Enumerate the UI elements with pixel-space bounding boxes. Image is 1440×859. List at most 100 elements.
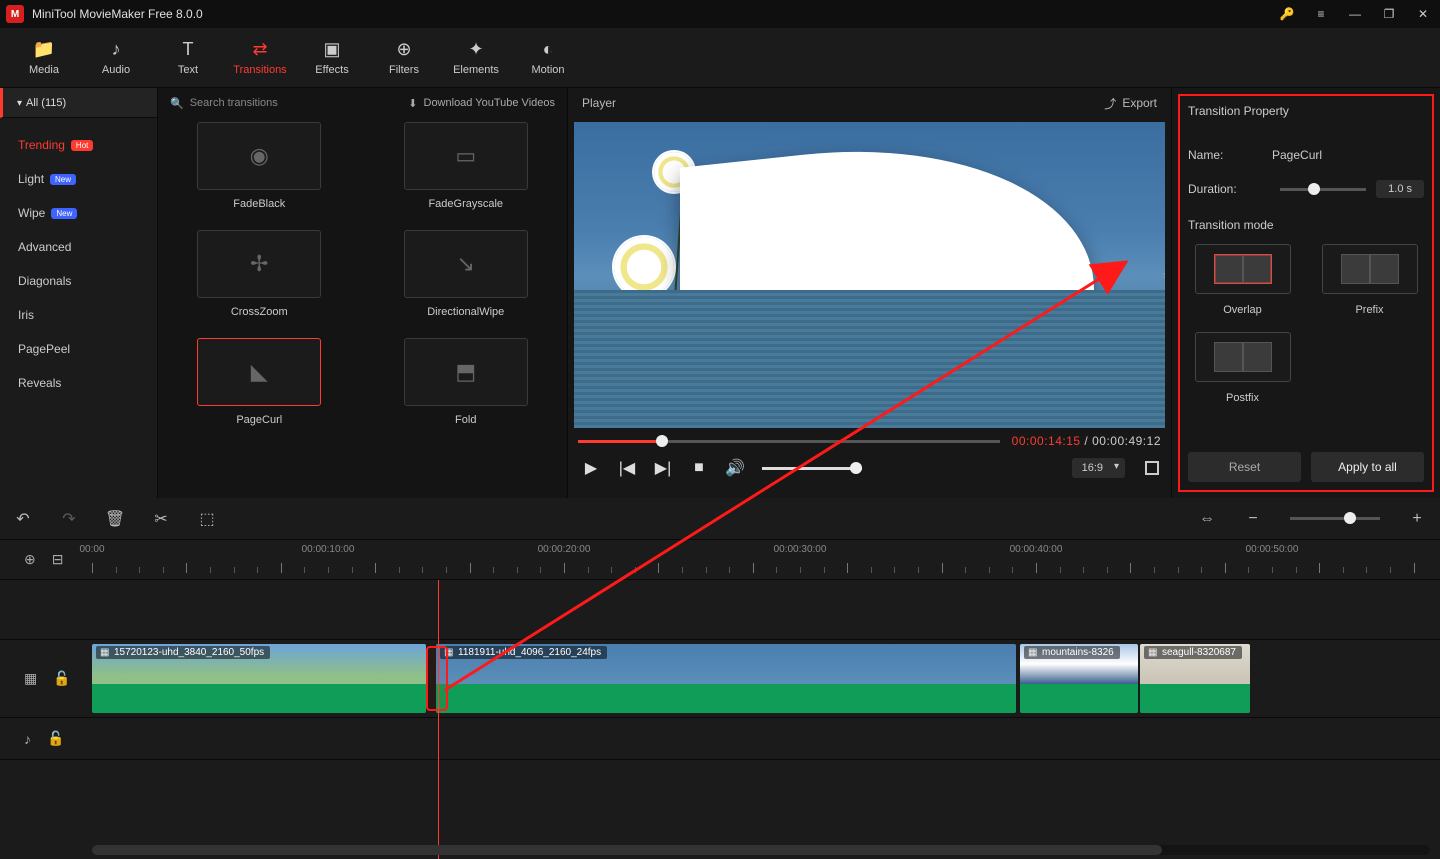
play-button[interactable]: ▶ (582, 459, 600, 477)
mode-prefix[interactable]: Prefix (1315, 244, 1424, 316)
search-transitions[interactable]: 🔍 Search transitions (170, 97, 278, 110)
hamburger-menu-icon[interactable]: ≡ (1304, 0, 1338, 28)
ruler-label: 00:00:10:00 (302, 544, 355, 555)
undo-button[interactable]: ↶ (14, 510, 32, 528)
redo-button[interactable]: ↷ (60, 510, 78, 528)
auto-fit-icon[interactable]: ⇔ (1198, 510, 1216, 528)
duration-label: Duration: (1188, 182, 1272, 196)
filters-icon: ⊕ (396, 39, 411, 60)
transition-fold[interactable]: ⬒Fold (383, 338, 550, 426)
title-bar: M MiniTool MovieMaker Free 8.0.0 🔑 ≡ — ❐… (0, 0, 1440, 28)
effects-icon: ▣ (323, 39, 340, 60)
zoom-in-button[interactable]: + (1408, 510, 1426, 528)
category-trending[interactable]: TrendingHot (18, 128, 145, 162)
aspect-ratio-select[interactable]: 16:9 (1072, 458, 1125, 478)
volume-slider[interactable] (762, 467, 862, 470)
export-button[interactable]: ⤴ Export (1104, 95, 1157, 112)
ruler-label: 00:00:50:00 (1246, 544, 1299, 555)
category-iris[interactable]: Iris (18, 298, 145, 332)
tab-motion[interactable]: ◐Motion (512, 28, 584, 87)
reset-button[interactable]: Reset (1188, 452, 1301, 482)
tab-filters[interactable]: ⊕Filters (368, 28, 440, 87)
tab-elements[interactable]: ✦Elements (440, 28, 512, 87)
playhead[interactable] (438, 580, 439, 859)
transition-mode-label: Transition mode (1188, 218, 1424, 232)
transition-thumb: ◣ (197, 338, 321, 406)
fullscreen-button[interactable] (1143, 459, 1161, 477)
clip[interactable]: seagull-8320687 (1140, 644, 1250, 713)
volume-icon[interactable]: 🔊 (726, 459, 744, 477)
ruler-label: 00:00:30:00 (774, 544, 827, 555)
property-title: Transition Property (1188, 104, 1424, 130)
timeline-scrollbar[interactable] (92, 845, 1430, 855)
category-advanced[interactable]: Advanced (18, 230, 145, 264)
clip[interactable]: 1181911-uhd_4096_2160_24fps (436, 644, 1016, 713)
player-title: Player (582, 96, 616, 110)
transitions-icon: ⇄ (252, 39, 267, 60)
crop-button[interactable]: ⬚ (198, 510, 216, 528)
app-logo: M (6, 5, 24, 23)
zoom-out-button[interactable]: − (1244, 510, 1262, 528)
clip-title: mountains-8326 (1024, 646, 1120, 659)
transition-directionalwipe[interactable]: ↘DirectionalWipe (383, 230, 550, 318)
lock-icon[interactable]: 🔓 (47, 730, 64, 747)
transition-marker[interactable] (426, 646, 448, 711)
property-panel: Transition Property Name: PageCurl Durat… (1172, 88, 1440, 498)
minimize-button[interactable]: — (1338, 0, 1372, 28)
ruler-label: 00:00 (79, 544, 104, 555)
category-light[interactable]: LightNew (18, 162, 145, 196)
download-icon: ⬇ (408, 97, 417, 110)
audio-icon: ♪ (112, 39, 121, 60)
tab-audio[interactable]: ♪Audio (80, 28, 152, 87)
category-diagonals[interactable]: Diagonals (18, 264, 145, 298)
clip[interactable]: 15720123-uhd_3840_2160_50fps (92, 644, 426, 713)
transition-thumb: ◉ (197, 122, 321, 190)
motion-icon: ◐ (543, 39, 554, 60)
transition-crosszoom[interactable]: ✢CrossZoom (176, 230, 343, 318)
apply-to-all-button[interactable]: Apply to all (1311, 452, 1424, 482)
upgrade-key-icon[interactable]: 🔑 (1270, 0, 1304, 28)
tab-transitions[interactable]: ⇄Transitions (224, 28, 296, 87)
tab-effects[interactable]: ▣Effects (296, 28, 368, 87)
transition-thumb: ⬒ (404, 338, 528, 406)
category-reveals[interactable]: Reveals (18, 366, 145, 400)
clip[interactable]: mountains-8326 (1020, 644, 1138, 713)
video-track-icon: ▦ (24, 670, 37, 687)
collapse-track-icon[interactable]: ⊟ (52, 551, 64, 568)
clip-title: 15720123-uhd_3840_2160_50fps (96, 646, 270, 659)
mode-postfix[interactable]: Postfix (1188, 332, 1297, 404)
video-track[interactable]: ▦ 🔓 15720123-uhd_3840_2160_50fps 1181911-… (0, 640, 1440, 718)
seek-bar[interactable] (578, 435, 1000, 447)
category-pagepeel[interactable]: PagePeel (18, 332, 145, 366)
timeline-ruler[interactable]: ⊕ ⊟ 00:0000:00:10:0000:00:20:0000:00:30:… (0, 540, 1440, 580)
stop-button[interactable]: ■ (690, 459, 708, 477)
tab-text[interactable]: TText (152, 28, 224, 87)
audio-track[interactable]: ♪ 🔓 (0, 718, 1440, 760)
transition-fadeblack[interactable]: ◉FadeBlack (176, 122, 343, 210)
badge: New (50, 174, 76, 185)
player-panel: Player ⤴ Export › 00:00:14:15 / 00:00:49… (568, 88, 1172, 498)
maximize-button[interactable]: ❐ (1372, 0, 1406, 28)
close-button[interactable]: ✕ (1406, 0, 1440, 28)
lock-icon[interactable]: 🔓 (53, 670, 70, 687)
tab-media[interactable]: 📁Media (8, 28, 80, 87)
media-icon: 📁 (33, 39, 55, 60)
split-button[interactable]: ✂ (152, 510, 170, 528)
zoom-slider[interactable] (1290, 517, 1380, 520)
transition-pagecurl[interactable]: ◣PageCurl (176, 338, 343, 426)
next-preview-icon[interactable]: › (1163, 268, 1165, 282)
prev-frame-button[interactable]: |◀ (618, 459, 636, 477)
category-wipe[interactable]: WipeNew (18, 196, 145, 230)
add-track-icon[interactable]: ⊕ (24, 551, 36, 568)
search-placeholder: Search transitions (190, 97, 278, 109)
download-youtube-link[interactable]: ⬇ Download YouTube Videos (408, 97, 555, 110)
timeline: ↶ ↷ 🗑 ✂ ⬚ ⇔ − + ⊕ ⊟ 00:00 00:00:10:00 00:0… (0, 498, 1440, 859)
transition-fadegrayscale[interactable]: ▭FadeGrayscale (383, 122, 550, 210)
category-header[interactable]: All (115) (0, 88, 157, 118)
duration-slider[interactable] (1280, 188, 1366, 191)
next-frame-button[interactable]: ▶| (654, 459, 672, 477)
main-toolbar: 📁Media♪AudioTText⇄Transitions▣Effects⊕Fi… (0, 28, 1440, 88)
timeline-toolbar: ↶ ↷ 🗑 ✂ ⬚ ⇔ − + (0, 498, 1440, 540)
mode-overlap[interactable]: Overlap (1188, 244, 1297, 316)
delete-button[interactable]: 🗑 (106, 510, 124, 528)
